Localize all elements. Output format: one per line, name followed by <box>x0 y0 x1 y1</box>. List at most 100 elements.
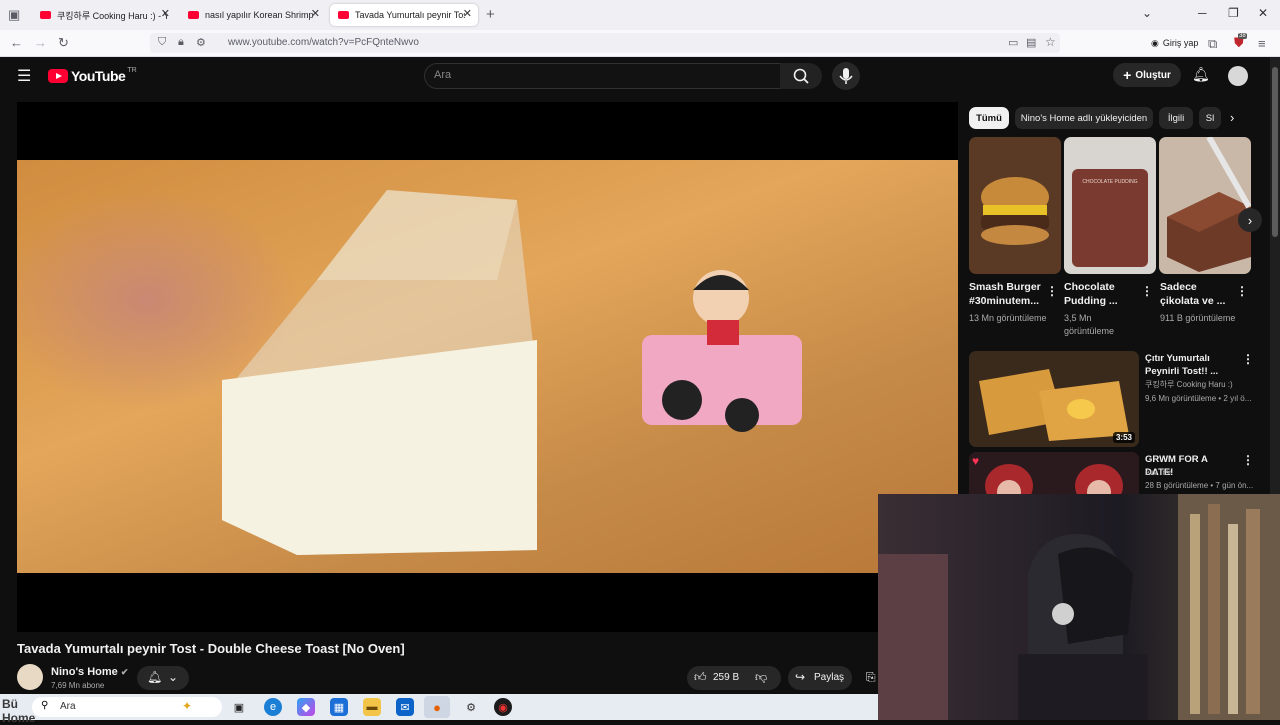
like-count: 259 B <box>713 672 740 683</box>
microphone-icon <box>839 68 853 84</box>
grwm-image <box>985 464 1123 494</box>
close-tab-icon[interactable]: ✕ <box>161 7 170 20</box>
voice-search-button[interactable] <box>832 62 860 90</box>
chevron-right-icon[interactable]: › <box>1230 110 1234 125</box>
search-input[interactable]: Ara <box>424 63 782 89</box>
store-icon[interactable]: ▦ <box>330 698 348 716</box>
close-tab-icon[interactable]: ✕ <box>311 7 320 20</box>
more-options-icon[interactable]: ⋮ <box>1046 284 1058 298</box>
youtube-logo[interactable]: YouTube TR <box>48 67 137 84</box>
chevron-down-icon[interactable]: ⌄ <box>1142 6 1152 20</box>
chevron-right-icon: › <box>1247 212 1253 228</box>
chocolate-image <box>1167 137 1251 272</box>
scrollbar-thumb[interactable] <box>1272 67 1278 237</box>
tab-korean-shrimp[interactable]: nasıl yapılır Korean Shrimp ✕ <box>180 4 326 26</box>
short-thumbnail-burger[interactable] <box>969 137 1061 274</box>
outlook-icon[interactable]: ✉ <box>396 698 414 716</box>
save-icon[interactable]: ⎘ <box>866 670 876 685</box>
video-channel[interactable]: 쿠킹하루 Cooking Haru :) <box>1145 379 1255 391</box>
menu-icon[interactable]: ≡ <box>1258 36 1266 51</box>
forward-icon[interactable]: → <box>34 35 47 50</box>
chip-partial[interactable]: Sl <box>1199 107 1221 129</box>
chip-related[interactable]: İlgili <box>1159 107 1193 129</box>
url-text: www.youtube.com/watch?v=PcFQnteNwvo <box>228 37 419 48</box>
short-thumbnail-pudding[interactable]: CHOCOLATE PUDDING <box>1064 137 1156 274</box>
lock-icon[interactable]: 🔒︎ <box>178 36 184 49</box>
settings-gear-icon[interactable]: ⚙ <box>462 698 480 716</box>
reader-view-icon[interactable]: ▤ <box>1026 36 1036 49</box>
tab-label: nasıl yapılır Korean Shrimp <box>205 10 314 20</box>
taskbar-search-input[interactable]: ⚲ Ara ✦ <box>32 697 222 717</box>
edge-browser-icon[interactable]: e <box>264 698 282 716</box>
hamburger-menu-icon[interactable]: ☰ <box>17 66 31 86</box>
thumbs-down-icon[interactable]: 👎︎ <box>755 670 767 685</box>
bookmark-star-icon[interactable]: ☆ <box>1045 35 1056 49</box>
more-options-icon[interactable]: ⋮ <box>1242 453 1254 467</box>
notifications-bell-icon[interactable]: 🔔︎ <box>1192 66 1210 83</box>
minimize-icon[interactable]: ─ <box>1198 6 1207 20</box>
thumb-overlay-text: CHOCOLATE PUDDING <box>1082 179 1138 185</box>
verified-icon: ✔ <box>120 667 129 677</box>
video-channel[interactable]: eve frsr <box>1145 467 1255 479</box>
video-frame[interactable] <box>17 160 958 573</box>
video-thumbnail-grwm[interactable]: ♥ <box>969 452 1139 494</box>
search-icon <box>793 68 809 84</box>
channel-name-text: Nino's Home <box>51 666 118 678</box>
firefox-taskbar-button[interactable]: ● <box>424 696 450 718</box>
short-title[interactable]: Smash Burger #30minutem... <box>969 280 1047 308</box>
obs-icon[interactable]: ◉ <box>494 698 512 716</box>
tab-label: Tavada Yumurtalı peynir Tost - D <box>355 10 465 20</box>
chip-all[interactable]: Tümü <box>969 107 1009 129</box>
video-title-link[interactable]: Çıtır Yumurtalı Peynirli Tost!! ... <box>1145 352 1235 378</box>
webcam-scene-image <box>878 494 1280 720</box>
back-icon[interactable]: ← <box>10 35 23 50</box>
close-window-icon[interactable]: ✕ <box>1258 6 1268 20</box>
short-views: 911 B görüntüleme <box>1160 313 1236 323</box>
bell-icon: 🔔︎ <box>147 670 163 684</box>
copilot-icon[interactable]: ◆ <box>297 698 315 716</box>
more-options-icon[interactable]: ⋮ <box>1141 284 1153 298</box>
reload-icon[interactable]: ↻ <box>58 35 69 51</box>
thumbs-up-icon[interactable]: 👍︎ <box>694 670 707 685</box>
short-title[interactable]: Sadece çikolata ve ... <box>1160 280 1238 308</box>
sign-in-button[interactable]: ◉ Giriş yap <box>1145 33 1204 53</box>
tab-cooking-haru[interactable]: 쿠킹하루 Cooking Haru :) - You ✕ <box>32 4 176 26</box>
sign-in-label: Giriş yap <box>1162 38 1199 48</box>
tab-active-video[interactable]: Tavada Yumurtalı peynir Tost - D ✕ <box>330 4 478 26</box>
chevron-down-icon: ⌄ <box>168 670 179 684</box>
more-options-icon[interactable]: ⋮ <box>1242 352 1254 366</box>
heart-icon: ♥ <box>972 454 980 468</box>
chip-from-uploader[interactable]: Nino's Home adlı yükleyiciden <box>1015 107 1153 129</box>
user-avatar[interactable] <box>1228 66 1248 86</box>
short-views: 13 Mn görüntüleme <box>969 313 1047 323</box>
video-duration: 3:53 <box>1112 432 1135 443</box>
subscriber-count: 7,69 Mn abone <box>51 681 105 690</box>
restore-icon[interactable]: ❐ <box>1228 6 1239 20</box>
new-tab-icon[interactable]: + <box>486 6 495 23</box>
shorts-next-button[interactable]: › <box>1238 208 1262 232</box>
short-views: 3,5 Mn görüntüleme <box>1064 313 1115 336</box>
more-options-icon[interactable]: ⋮ <box>1236 284 1248 298</box>
subscription-bell-button[interactable]: 🔔︎ ⌄ <box>137 666 189 690</box>
extension-badge: 38 <box>1238 33 1247 39</box>
short-thumbnail-chocolate[interactable] <box>1159 137 1251 274</box>
address-bar[interactable]: ⛉ 🔒︎ ⚙ www.youtube.com/watch?v=PcFQnteNw… <box>150 33 1060 53</box>
youtube-favicon-icon <box>338 11 349 19</box>
picture-in-picture-icon[interactable]: ▭ <box>1008 36 1018 49</box>
permissions-icon[interactable]: ⚙ <box>196 36 206 49</box>
close-tab-icon[interactable]: ✕ <box>463 7 472 20</box>
search-button[interactable] <box>780 63 822 89</box>
channel-name[interactable]: Nino's Home ✔ <box>51 666 128 678</box>
tab-list-icon[interactable]: ▣ <box>8 7 20 23</box>
firefox-icon: ● <box>433 699 441 715</box>
task-view-icon[interactable]: ▣ <box>230 698 248 716</box>
file-explorer-icon[interactable]: ▬ <box>363 698 381 716</box>
create-label: Oluştur <box>1135 69 1171 81</box>
extensions-icon[interactable]: ⧉ <box>1208 36 1217 52</box>
browser-nav-bar: ← → ↻ ⛉ 🔒︎ ⚙ www.youtube.com/watch?v=PcF… <box>0 30 1280 57</box>
create-button[interactable]: + Oluştur <box>1113 63 1181 87</box>
shield-icon[interactable]: ⛉ <box>158 36 166 49</box>
video-thumbnail-toast[interactable]: 3:53 <box>969 351 1139 447</box>
channel-avatar[interactable] <box>17 664 43 690</box>
short-title[interactable]: Chocolate Pudding ... <box>1064 280 1142 308</box>
